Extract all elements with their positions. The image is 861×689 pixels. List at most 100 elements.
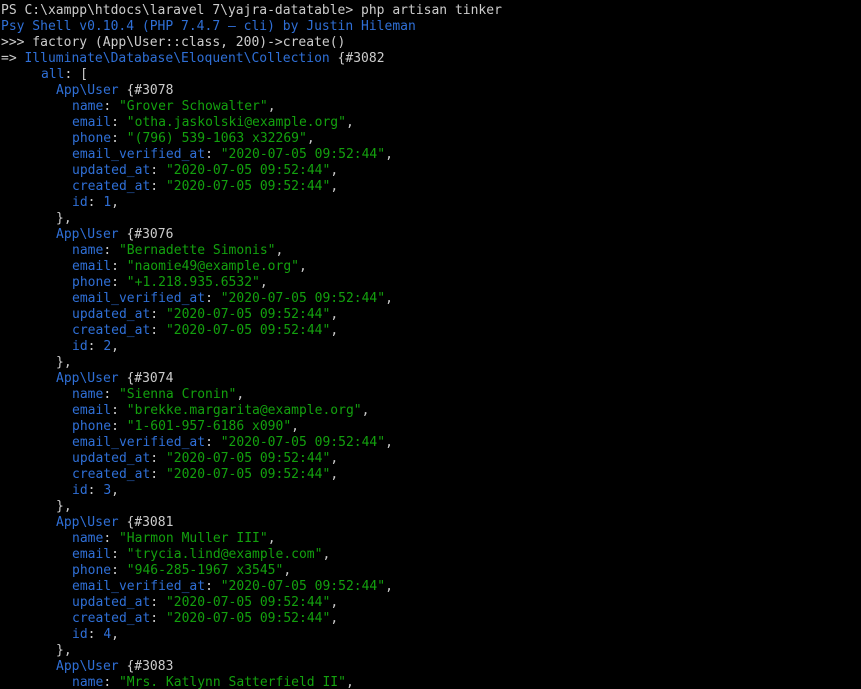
all-label: all <box>41 67 65 82</box>
key-name: name <box>72 387 104 402</box>
value-email: "brekke.margarita@example.org" <box>126 403 362 418</box>
user-email-line: email: "trycia.lind@example.com", <box>72 547 331 562</box>
user-class-line: App\User {#3083 <box>1 659 859 675</box>
user-class-name: App\User <box>56 515 119 530</box>
value-id: 3 <box>103 483 112 498</box>
user-class-name: App\User <box>56 83 119 98</box>
value-id: 2 <box>103 339 112 354</box>
result-header-line: => Illuminate\Database\Eloquent\Collecti… <box>1 51 859 67</box>
value-created-at: "2020-07-05 09:52:44" <box>165 179 331 194</box>
key-updated-at: updated_at <box>72 595 151 610</box>
key-email-verified-at: email_verified_at <box>72 147 206 162</box>
value-name: "Harmon Muller III" <box>118 531 268 546</box>
user-phone-line: phone: "1-601-957-6186 x090", <box>72 419 299 434</box>
user-id-line: id: 4, <box>72 627 119 642</box>
value-phone: "+1.218.935.6532" <box>126 275 260 290</box>
user-block: App\User {#3076 name: "Bernadette Simoni… <box>1 227 859 371</box>
value-email-verified-at: "2020-07-05 09:52:44" <box>220 435 386 450</box>
user-close: }, <box>56 643 72 658</box>
user-email-verified-line: email_verified_at: "2020-07-05 09:52:44"… <box>72 291 393 306</box>
key-updated-at: updated_at <box>72 307 151 322</box>
key-id: id <box>72 339 88 354</box>
user-updated-line: updated_at: "2020-07-05 09:52:44", <box>72 595 339 610</box>
user-class-line: App\User {#3078 <box>1 83 859 99</box>
value-email: "trycia.lind@example.com" <box>126 547 323 562</box>
value-created-at: "2020-07-05 09:52:44" <box>165 611 331 626</box>
command-prompt-line: PS C:\xampp\htdocs\laravel 7\yajra-datat… <box>1 3 502 18</box>
user-class-name: App\User <box>56 371 119 386</box>
user-class-line: App\User {#3076 <box>1 227 859 243</box>
user-block: App\User {#3083 name: "Mrs. Katlynn Satt… <box>1 659 859 689</box>
key-name: name <box>72 243 104 258</box>
value-updated-at: "2020-07-05 09:52:44" <box>165 595 331 610</box>
user-block: App\User {#3074 name: "Sienna Cronin", e… <box>1 371 859 515</box>
user-email-verified-line: email_verified_at: "2020-07-05 09:52:44"… <box>72 579 393 594</box>
collection-class: Illuminate\Database\Eloquent\Collection <box>24 51 330 66</box>
key-id: id <box>72 483 88 498</box>
key-name: name <box>72 99 104 114</box>
user-class-line: App\User {#3074 <box>1 371 859 387</box>
key-updated-at: updated_at <box>72 163 151 178</box>
user-email-line: email: "naomie49@example.org", <box>72 259 307 274</box>
user-name-line: name: "Sienna Cronin", <box>72 387 245 402</box>
key-email-verified-at: email_verified_at <box>72 435 206 450</box>
user-phone-line: phone: "946-285-1967 x3545", <box>72 563 292 578</box>
key-email: email <box>72 259 112 274</box>
user-class-name: App\User <box>56 227 119 242</box>
value-phone: "(796) 539-1063 x32269" <box>126 131 307 146</box>
terminal-window[interactable]: PS C:\xampp\htdocs\laravel 7\yajra-datat… <box>1 3 859 689</box>
key-email: email <box>72 115 112 130</box>
user-class-line: App\User {#3081 <box>1 515 859 531</box>
user-created-line: created_at: "2020-07-05 09:52:44", <box>72 611 339 626</box>
key-phone: phone <box>72 131 112 146</box>
value-updated-at: "2020-07-05 09:52:44" <box>165 307 331 322</box>
value-name: "Bernadette Simonis" <box>118 243 276 258</box>
value-updated-at: "2020-07-05 09:52:44" <box>165 163 331 178</box>
user-class-name: App\User <box>56 659 119 674</box>
user-ref: {#3076 <box>118 227 174 242</box>
key-phone: phone <box>72 419 112 434</box>
user-name-line: name: "Mrs. Katlynn Satterfield II", <box>72 675 354 689</box>
key-created-at: created_at <box>72 323 151 338</box>
user-updated-line: updated_at: "2020-07-05 09:52:44", <box>72 163 339 178</box>
user-id-line: id: 3, <box>72 483 119 498</box>
user-block: App\User {#3081 name: "Harmon Muller III… <box>1 515 859 659</box>
key-id: id <box>72 195 88 210</box>
value-created-at: "2020-07-05 09:52:44" <box>165 467 331 482</box>
value-name: "Sienna Cronin" <box>118 387 237 402</box>
user-email-line: email: "otha.jaskolski@example.org", <box>72 115 354 130</box>
user-block: App\User {#3078 name: "Grover Schowalter… <box>1 83 859 227</box>
key-phone: phone <box>72 563 112 578</box>
key-email: email <box>72 403 112 418</box>
user-phone-line: phone: "(796) 539-1063 x32269", <box>72 131 315 146</box>
user-name-line: name: "Grover Schowalter", <box>72 99 276 114</box>
value-created-at: "2020-07-05 09:52:44" <box>165 323 331 338</box>
key-created-at: created_at <box>72 179 151 194</box>
key-email-verified-at: email_verified_at <box>72 291 206 306</box>
user-id-line: id: 2, <box>72 339 119 354</box>
value-phone: "946-285-1967 x3545" <box>126 563 284 578</box>
value-email-verified-at: "2020-07-05 09:52:44" <box>220 291 386 306</box>
key-created-at: created_at <box>72 467 151 482</box>
user-ref: {#3074 <box>118 371 174 386</box>
user-id-line: id: 1, <box>72 195 119 210</box>
user-created-line: created_at: "2020-07-05 09:52:44", <box>72 467 339 482</box>
value-name: "Grover Schowalter" <box>118 99 268 114</box>
value-email-verified-at: "2020-07-05 09:52:44" <box>220 579 386 594</box>
all-line: all: [ <box>1 67 859 83</box>
value-id: 1 <box>103 195 112 210</box>
user-name-line: name: "Harmon Muller III", <box>72 531 276 546</box>
user-updated-line: updated_at: "2020-07-05 09:52:44", <box>72 451 339 466</box>
all-open: : [ <box>64 67 88 82</box>
collection-id: {#3082 <box>329 51 385 66</box>
value-name: "Mrs. Katlynn Satterfield II" <box>118 675 346 689</box>
result-arrow: => <box>1 51 25 66</box>
key-updated-at: updated_at <box>72 451 151 466</box>
key-email-verified-at: email_verified_at <box>72 579 206 594</box>
user-created-line: created_at: "2020-07-05 09:52:44", <box>72 323 339 338</box>
value-phone: "1-601-957-6186 x090" <box>126 419 292 434</box>
key-email: email <box>72 547 112 562</box>
user-ref: {#3083 <box>118 659 174 674</box>
user-name-line: name: "Bernadette Simonis", <box>72 243 284 258</box>
value-email-verified-at: "2020-07-05 09:52:44" <box>220 147 386 162</box>
